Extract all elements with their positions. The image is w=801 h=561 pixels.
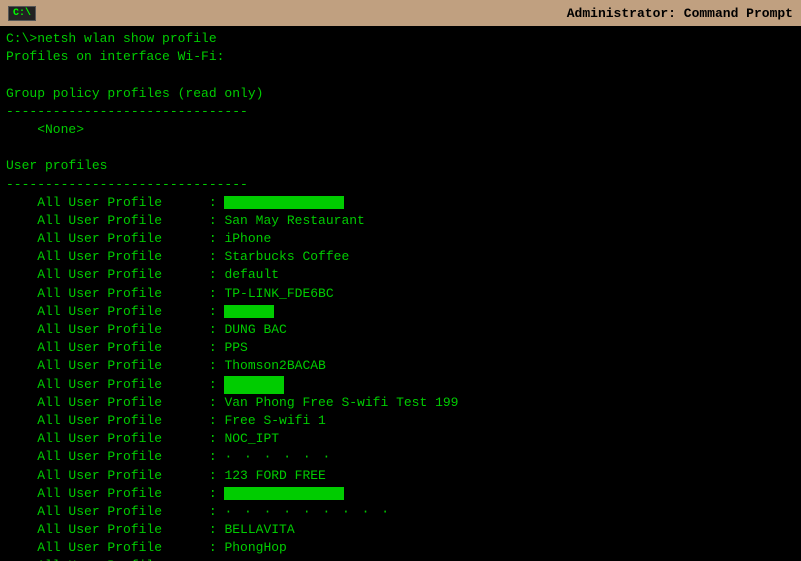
output-line2 (6, 66, 795, 84)
profile-row-5: All User Profile : TP-LINK_FDE6BC (6, 285, 795, 303)
dotted-value-17: · · · · · · · · · (224, 504, 391, 519)
profile-row-11: All User Profile : Van Phong Free S-wifi… (6, 394, 795, 412)
profile-value-7: DUNG BAC (224, 322, 286, 337)
profile-row-20: All User Profile : - - - - - - - - (6, 557, 795, 561)
output-line8: ------------------------------- (6, 176, 795, 194)
profile-value-18: BELLAVITA (224, 522, 294, 537)
dotted-value-14: · · · · · · (224, 449, 332, 464)
profile-row-0: All User Profile : (6, 194, 795, 212)
profile-row-19: All User Profile : PhongHop (6, 539, 795, 557)
profile-value-9: Thomson2BACAB (224, 358, 325, 373)
profile-row-7: All User Profile : DUNG BAC (6, 321, 795, 339)
profile-row-15: All User Profile : 123 FORD FREE (6, 467, 795, 485)
profile-row-9: All User Profile : Thomson2BACAB (6, 357, 795, 375)
terminal: C:\>netsh wlan show profile Profiles on … (0, 26, 801, 561)
profile-row-2: All User Profile : iPhone (6, 230, 795, 248)
output-line1: Profiles on interface Wi-Fi: (6, 48, 795, 66)
profile-row-8: All User Profile : PPS (6, 339, 795, 357)
output-line7: User profiles (6, 157, 795, 175)
profile-row-16: All User Profile : (6, 485, 795, 503)
profile-value-2: iPhone (224, 231, 271, 246)
profile-value-12: Free S-wifi 1 (224, 413, 325, 428)
profile-value-1: San May Restaurant (224, 213, 364, 228)
profile-value-15: 123 FORD FREE (224, 468, 325, 483)
output-line6 (6, 139, 795, 157)
profile-row-18: All User Profile : BELLAVITA (6, 521, 795, 539)
redacted-value-16 (224, 487, 344, 500)
profile-row-10: All User Profile : (6, 376, 795, 394)
profile-value-11: Van Phong Free S-wifi Test 199 (224, 395, 458, 410)
profile-row-3: All User Profile : Starbucks Coffee (6, 248, 795, 266)
title-text: Administrator: Command Prompt (567, 6, 793, 21)
title-bar: C:\ Administrator: Command Prompt (0, 0, 801, 26)
output-line3: Group policy profiles (read only) (6, 85, 795, 103)
profile-row-12: All User Profile : Free S-wifi 1 (6, 412, 795, 430)
profile-value-19: PhongHop (224, 540, 286, 555)
output-line4: ------------------------------- (6, 103, 795, 121)
profile-row-1: All User Profile : San May Restaurant (6, 212, 795, 230)
output-line5: <None> (6, 121, 795, 139)
profile-value-13: NOC_IPT (224, 431, 279, 446)
profile-value-5: TP-LINK_FDE6BC (224, 286, 333, 301)
cmd-icon: C:\ (8, 6, 36, 21)
profile-row-4: All User Profile : default (6, 266, 795, 284)
redacted-value-0 (224, 196, 344, 209)
profile-value-3: Starbucks Coffee (224, 249, 349, 264)
command-line: C:\>netsh wlan show profile (6, 30, 795, 48)
profile-row-13: All User Profile : NOC_IPT (6, 430, 795, 448)
profile-row-6: All User Profile : (6, 303, 795, 321)
profile-row-17: All User Profile : · · · · · · · · · (6, 503, 795, 521)
profile-value-8: PPS (224, 340, 247, 355)
redacted-value-6 (224, 305, 274, 318)
profile-row-14: All User Profile : · · · · · · (6, 448, 795, 466)
title-bar-left: C:\ (8, 6, 36, 21)
redacted-value-10 (224, 376, 284, 394)
profile-value-4: default (224, 267, 279, 282)
